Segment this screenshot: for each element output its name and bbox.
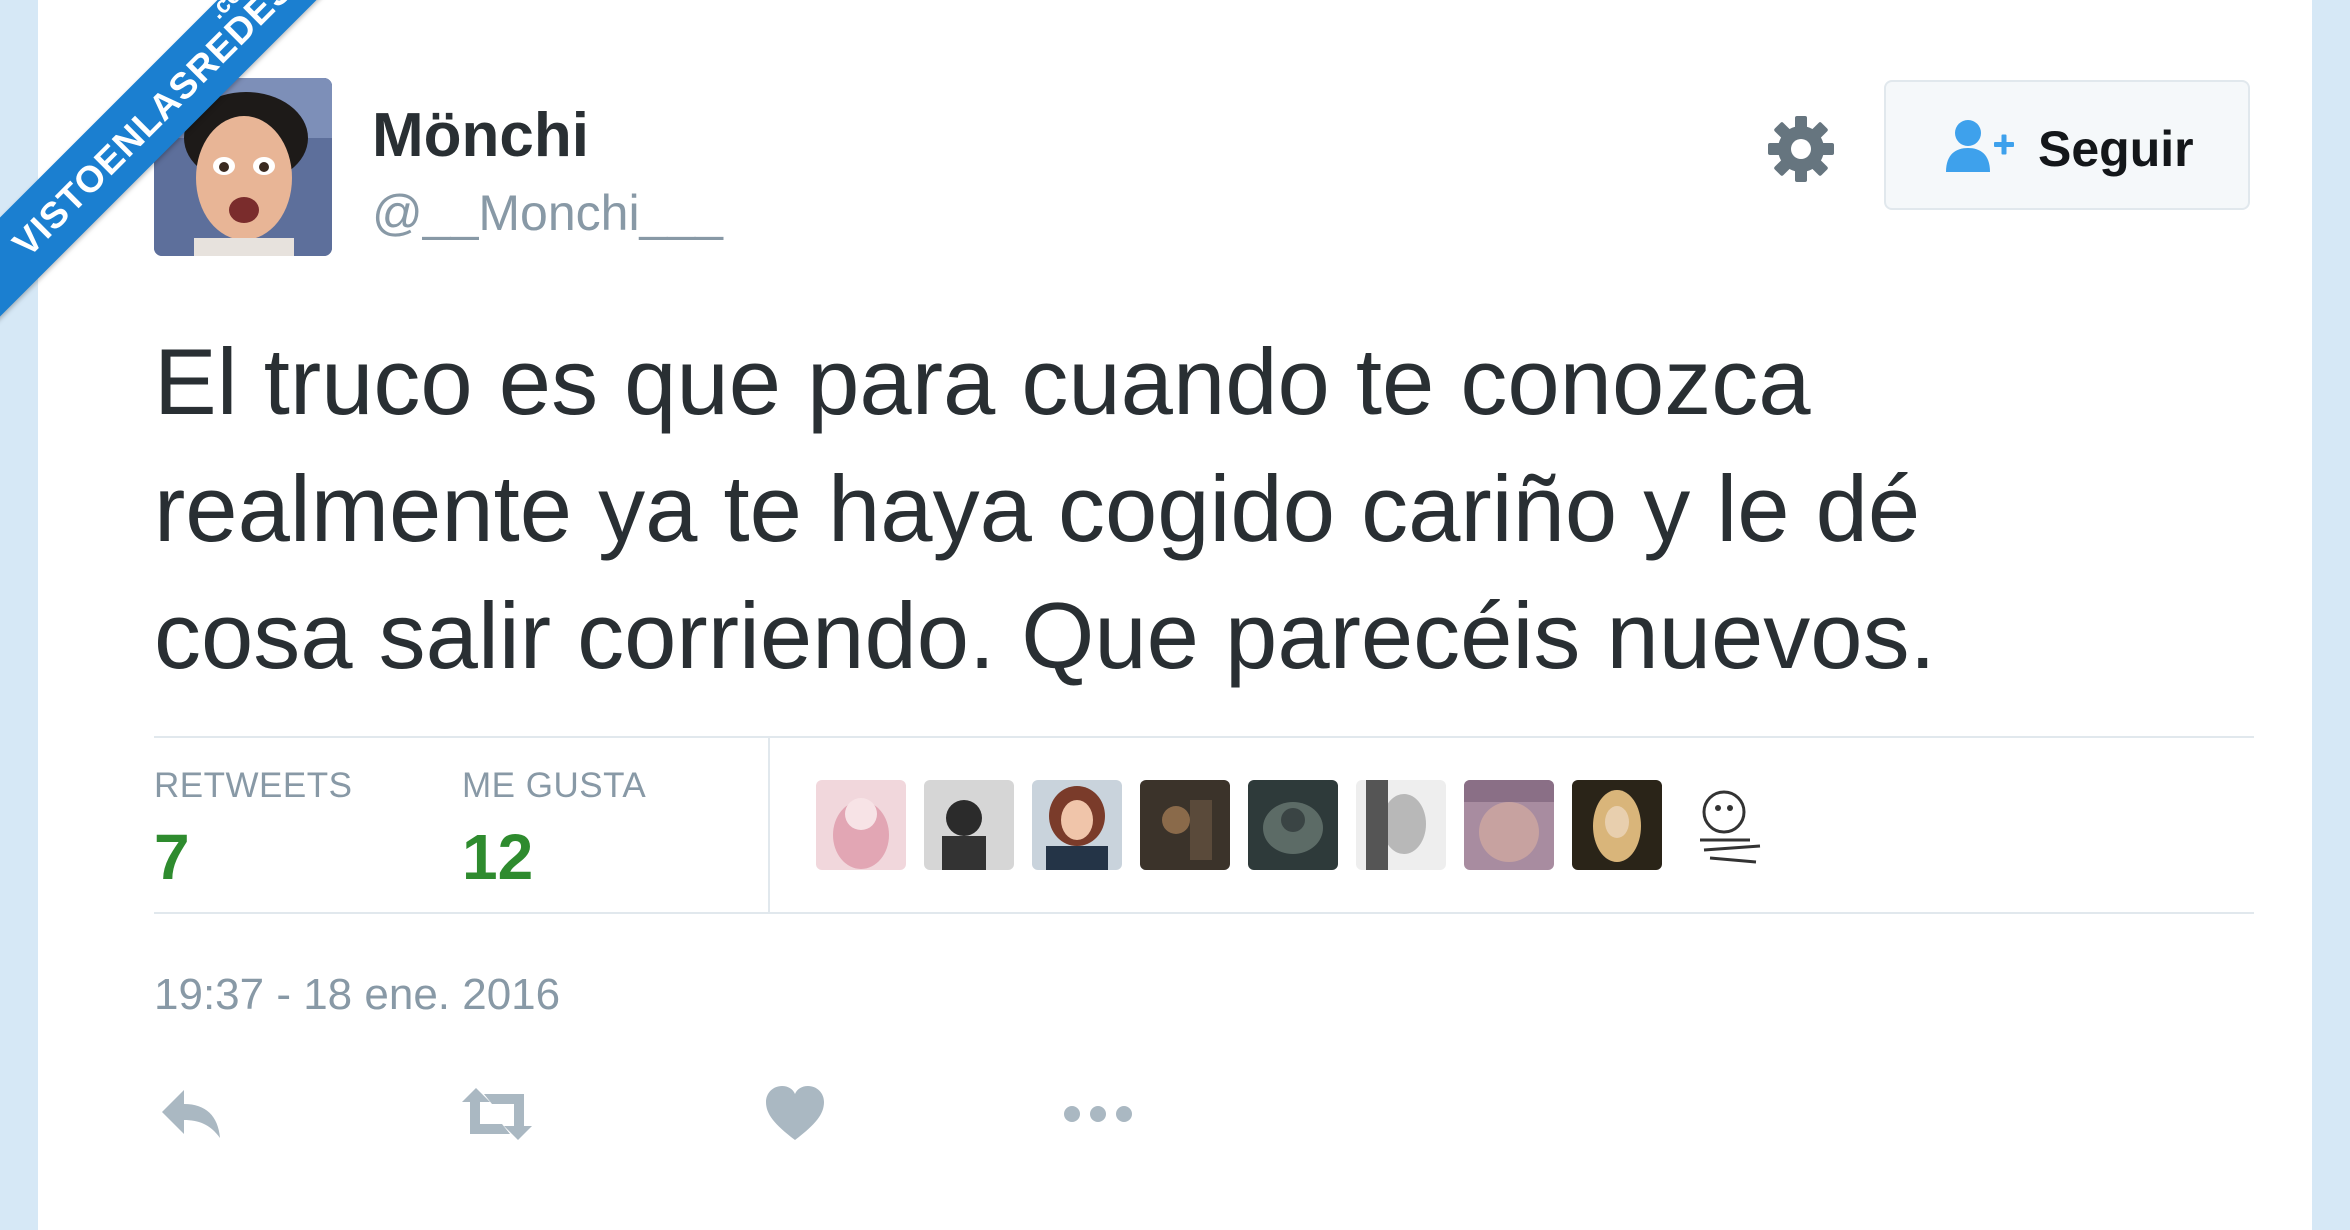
liker-avatar[interactable] xyxy=(1680,780,1770,870)
tweet-card: Mönchi @__Monchi___ Seguir El truco es q… xyxy=(38,0,2312,1230)
watermark-text: VISTOENLASREDES xyxy=(4,0,302,265)
stats-top-divider xyxy=(154,736,2254,738)
tweet-text: El truco es que para cuando te conozca r… xyxy=(154,318,2264,699)
retweets-label: RETWEETS xyxy=(154,766,353,805)
liker-avatar[interactable] xyxy=(1140,780,1230,870)
liker-avatar[interactable] xyxy=(924,780,1014,870)
retweets-count[interactable]: 7 xyxy=(154,820,190,894)
retweet-icon[interactable] xyxy=(458,1084,536,1154)
liker-avatar[interactable] xyxy=(816,780,906,870)
follow-button-label: Seguir xyxy=(2038,121,2194,177)
tweet-line: cosa salir corriendo. Que parecéis nuevo… xyxy=(154,583,1936,688)
tweet-line: El truco es que para cuando te conozca xyxy=(154,329,1811,434)
stats-vertical-divider xyxy=(768,738,770,912)
add-user-icon xyxy=(1944,118,2016,174)
liker-avatar[interactable] xyxy=(1572,780,1662,870)
liker-avatar[interactable] xyxy=(1248,780,1338,870)
more-icon[interactable] xyxy=(1060,1084,1136,1154)
watermark-banner: .com VISTOENLASREDES xyxy=(0,0,340,338)
liker-avatar[interactable] xyxy=(1356,780,1446,870)
reply-icon[interactable] xyxy=(158,1084,224,1154)
liker-avatar[interactable] xyxy=(1464,780,1554,870)
follow-button[interactable]: Seguir xyxy=(1884,80,2250,210)
gear-icon[interactable] xyxy=(1764,112,1838,186)
heart-icon[interactable] xyxy=(764,1084,826,1154)
tweet-line: realmente ya te haya cogido cariño y le … xyxy=(154,456,1921,561)
stats-bottom-divider xyxy=(154,912,2254,914)
tweet-timestamp[interactable]: 19:37 - 18 ene. 2016 xyxy=(154,970,560,1020)
watermark-ribbon: .com VISTOENLASREDES xyxy=(0,0,340,340)
liker-avatar[interactable] xyxy=(1032,780,1122,870)
display-name[interactable]: Mönchi xyxy=(372,100,589,171)
likes-label: ME GUSTA xyxy=(462,766,647,805)
likes-count[interactable]: 12 xyxy=(462,820,533,894)
user-handle[interactable]: @__Monchi___ xyxy=(372,184,723,242)
